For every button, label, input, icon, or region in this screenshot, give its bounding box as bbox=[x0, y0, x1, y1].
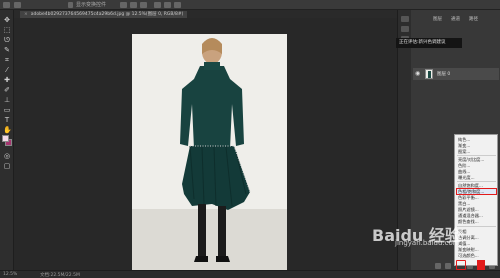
menu-divider bbox=[457, 226, 496, 227]
document-photo[interactable] bbox=[132, 34, 287, 270]
document-tab[interactable]: × adobe4b029273764569475c4a29b6d.jpg @ 12… bbox=[20, 11, 188, 18]
document-tab-strip: × adobe4b029273764569475c4a29b6d.jpg @ 12… bbox=[14, 10, 400, 18]
tools-panel: ✥ ⬚ ᘎ ✎ ⌗ ⁄ ✚ ✐ ⊥ ▭ T ✋ ◎ ▢ bbox=[0, 10, 14, 270]
hand-tool-icon[interactable]: ✋ bbox=[3, 126, 12, 134]
healing-brush-tool-icon[interactable]: ✚ bbox=[3, 76, 11, 84]
menu-item-curves[interactable]: 曲线... bbox=[458, 169, 470, 174]
menu-item-exposure[interactable]: 曝光度... bbox=[458, 175, 475, 180]
new-fill-adjustment-button[interactable] bbox=[477, 260, 485, 270]
crop-tool-icon[interactable]: ⌗ bbox=[3, 56, 11, 64]
layer-style-icon[interactable] bbox=[445, 263, 451, 269]
show-transform-label: 显示变换控件 bbox=[76, 2, 107, 8]
brush-tool-icon[interactable]: ✐ bbox=[3, 86, 11, 94]
foreground-color-swatch[interactable] bbox=[2, 135, 9, 142]
lasso-tool-icon[interactable]: ᘎ bbox=[3, 36, 11, 44]
layers-panel-tabs: 图层 通道 路径 bbox=[411, 16, 500, 24]
layer-name: 图层 0 bbox=[437, 72, 451, 77]
document-tab-title: adobe4b029273764569475c4a29b6d.jpg @ 12.… bbox=[30, 12, 184, 17]
show-transform-checkbox[interactable] bbox=[68, 2, 73, 8]
watermark-url: jingyan.baidu.com bbox=[395, 239, 460, 247]
menu-divider bbox=[457, 181, 496, 182]
tab-paths[interactable]: 路径 bbox=[469, 16, 478, 22]
marquee-tool-icon[interactable]: ⬚ bbox=[3, 26, 11, 34]
quick-mask-icon[interactable]: ◎ bbox=[3, 152, 11, 160]
quick-select-tool-icon[interactable]: ✎ bbox=[3, 46, 11, 54]
menu-item-brightness-contrast[interactable]: 亮度/对比度... bbox=[458, 157, 484, 162]
screen-mode-icon[interactable]: ▢ bbox=[3, 162, 11, 170]
properties-panel-icon[interactable] bbox=[401, 26, 409, 32]
move-tool-icon[interactable]: ✥ bbox=[3, 16, 11, 24]
tab-channels[interactable]: 通道 bbox=[451, 16, 460, 22]
options-bar: 显示变换控件 bbox=[0, 0, 500, 10]
auto-select-checkbox[interactable] bbox=[14, 2, 21, 8]
model-photo bbox=[132, 38, 287, 270]
adjustment-layer-menu: 纯色... 渐变... 图案... 亮度/对比度... 色阶... 曲线... … bbox=[454, 134, 498, 266]
document-size: 文档:22.5M/22.5M bbox=[40, 273, 80, 278]
type-tool-icon[interactable]: T bbox=[3, 116, 11, 124]
menu-item-photo-filter[interactable]: 照片滤镜... bbox=[458, 207, 479, 212]
menu-item-channel-mixer[interactable]: 通道混合器... bbox=[458, 213, 483, 218]
new-adjustment-layer-icon[interactable] bbox=[456, 260, 466, 270]
move-tool-icon[interactable] bbox=[3, 2, 10, 8]
align-right-icon[interactable] bbox=[140, 2, 147, 8]
menu-item-levels[interactable]: 色阶... bbox=[458, 163, 470, 168]
menu-item-selective-color[interactable]: 可选颜色... bbox=[458, 253, 479, 258]
menu-item-posterize[interactable]: 色调分离... bbox=[458, 235, 479, 240]
eye-icon[interactable]: ◉ bbox=[415, 70, 420, 77]
menu-item-gradient[interactable]: 渐变... bbox=[458, 143, 470, 148]
align-left-icon[interactable] bbox=[120, 2, 127, 8]
menu-item-color-lookup[interactable]: 颜色查找... bbox=[458, 219, 479, 224]
layer-row[interactable]: ◉ 图层 0 bbox=[413, 68, 499, 80]
menu-item-pattern[interactable]: 图案... bbox=[458, 149, 470, 154]
menu-item-gradient-map[interactable]: 渐变映射... bbox=[458, 247, 479, 252]
align-center-icon[interactable] bbox=[130, 2, 137, 8]
clone-stamp-tool-icon[interactable]: ⊥ bbox=[3, 96, 11, 104]
menu-item-vibrance[interactable]: 自然饱和度... bbox=[458, 183, 483, 188]
distribute-icon[interactable] bbox=[154, 2, 161, 8]
status-bar: 12.5% 文档:22.5M/22.5M bbox=[0, 270, 500, 278]
menu-item-black-white[interactable]: 黑白... bbox=[458, 201, 470, 206]
close-tab-icon[interactable]: × bbox=[24, 12, 28, 17]
menu-item-hue-saturation[interactable]: 色相/饱和度... bbox=[458, 189, 484, 194]
tooltip: 正在评估:新兴色调建议 bbox=[396, 38, 462, 48]
photoshop-window: 显示变换控件 × adobe4b029273764569475c4a29b6d.j… bbox=[0, 0, 500, 278]
link-layers-icon[interactable] bbox=[435, 263, 441, 269]
layer-thumbnail bbox=[425, 69, 433, 79]
distribute-2-icon[interactable] bbox=[164, 2, 171, 8]
menu-item-color-balance[interactable]: 色彩平衡... bbox=[458, 195, 479, 200]
zoom-level: 12.5% bbox=[3, 272, 18, 277]
menu-divider bbox=[457, 155, 496, 156]
menu-item-solid-color[interactable]: 纯色... bbox=[458, 137, 470, 142]
tab-layers[interactable]: 图层 bbox=[433, 16, 442, 22]
eraser-tool-icon[interactable]: ▭ bbox=[3, 106, 11, 114]
history-panel-icon[interactable] bbox=[401, 16, 409, 22]
distribute-3-icon[interactable] bbox=[174, 2, 181, 8]
eyedropper-tool-icon[interactable]: ⁄ bbox=[3, 66, 11, 74]
